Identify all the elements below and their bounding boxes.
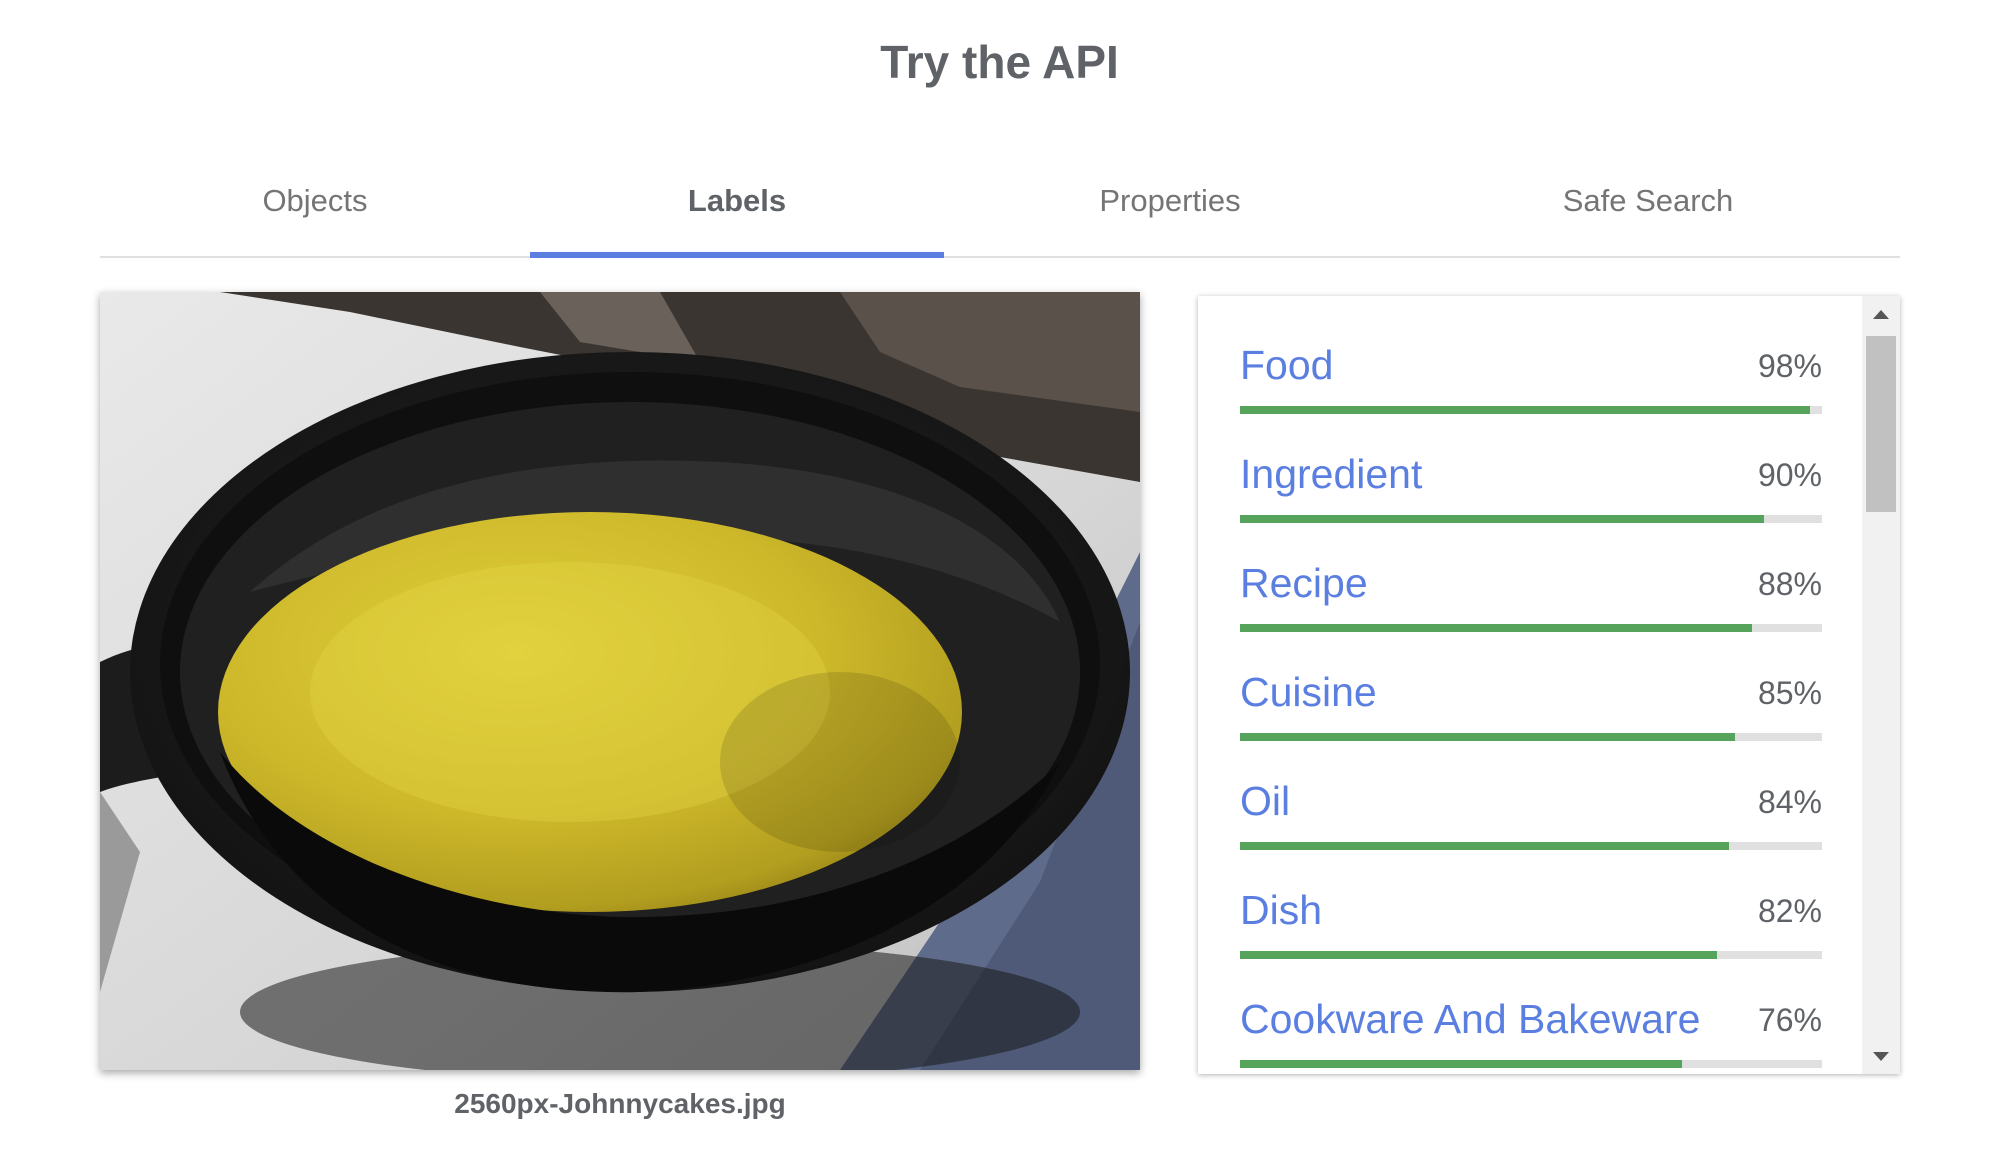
- tab-label: Objects: [262, 183, 368, 218]
- label-name[interactable]: Recipe: [1240, 558, 1368, 608]
- label-row[interactable]: Dish 82%: [1240, 881, 1822, 961]
- labels-scrollbar[interactable]: [1862, 296, 1900, 1074]
- confidence-bar-track: [1240, 951, 1822, 959]
- tab-safe-search[interactable]: Safe Search: [1396, 172, 1900, 256]
- confidence-bar-track: [1240, 842, 1822, 850]
- label-name[interactable]: Cookware And Bakeware: [1240, 994, 1700, 1044]
- label-row[interactable]: Ingredient 90%: [1240, 445, 1822, 525]
- image-file-name: 2560px-Johnnycakes.jpg: [454, 1088, 786, 1119]
- tab-properties[interactable]: Properties: [944, 172, 1396, 256]
- label-name[interactable]: Cuisine: [1240, 667, 1377, 717]
- confidence-bar-track: [1240, 733, 1822, 741]
- confidence-bar-fill: [1240, 1060, 1683, 1068]
- confidence-bar-fill: [1240, 406, 1811, 414]
- label-score: 82%: [1757, 893, 1822, 929]
- tab-label: Labels: [687, 183, 787, 218]
- confidence-bar-track: [1240, 515, 1822, 523]
- label-name[interactable]: Food: [1240, 340, 1333, 390]
- scroll-up-arrow-icon[interactable]: [1862, 296, 1900, 332]
- label-score: 88%: [1757, 566, 1822, 602]
- label-name[interactable]: Oil: [1240, 776, 1290, 826]
- tab-label: Properties: [1099, 183, 1241, 218]
- label-name[interactable]: Dish: [1240, 885, 1322, 935]
- label-name[interactable]: Ingredient: [1240, 449, 1422, 499]
- confidence-bar-track: [1240, 1060, 1822, 1068]
- tab-objects[interactable]: Objects: [100, 172, 530, 256]
- uploaded-image: [100, 292, 1140, 1070]
- label-row[interactable]: Food 98%: [1240, 336, 1822, 416]
- labels-panel: Food 98% Ingredient 90% Recipe 88% Cuisine 85% O…: [1198, 296, 1900, 1074]
- tab-label: Safe Search: [1562, 183, 1734, 218]
- confidence-bar-track: [1240, 624, 1822, 632]
- confidence-bar-fill: [1240, 951, 1718, 959]
- label-score: 76%: [1757, 1002, 1822, 1038]
- confidence-bar-track: [1240, 406, 1822, 414]
- label-row[interactable]: Recipe 88%: [1240, 554, 1822, 634]
- tab-labels[interactable]: Labels: [530, 172, 944, 258]
- label-score: 98%: [1757, 348, 1822, 384]
- confidence-bar-fill: [1240, 842, 1729, 850]
- confidence-bar-fill: [1240, 624, 1753, 632]
- label-row[interactable]: Oil 84%: [1240, 772, 1822, 852]
- tab-underline: [530, 252, 944, 258]
- skillet-photo: [100, 292, 1140, 1070]
- tab-bar: Objects Labels Properties Safe Search: [100, 172, 1900, 258]
- label-score: 84%: [1757, 784, 1822, 820]
- scroll-down-arrow-icon[interactable]: [1862, 1038, 1900, 1074]
- confidence-bar-fill: [1240, 515, 1764, 523]
- confidence-bar-fill: [1240, 733, 1735, 741]
- scroll-thumb[interactable]: [1866, 336, 1896, 512]
- label-score: 90%: [1757, 457, 1822, 493]
- label-row[interactable]: Cuisine 85%: [1240, 663, 1822, 743]
- label-score: 85%: [1757, 675, 1822, 711]
- page-title: Try the API: [880, 36, 1119, 88]
- label-row[interactable]: Cookware And Bakeware 76%: [1240, 990, 1822, 1070]
